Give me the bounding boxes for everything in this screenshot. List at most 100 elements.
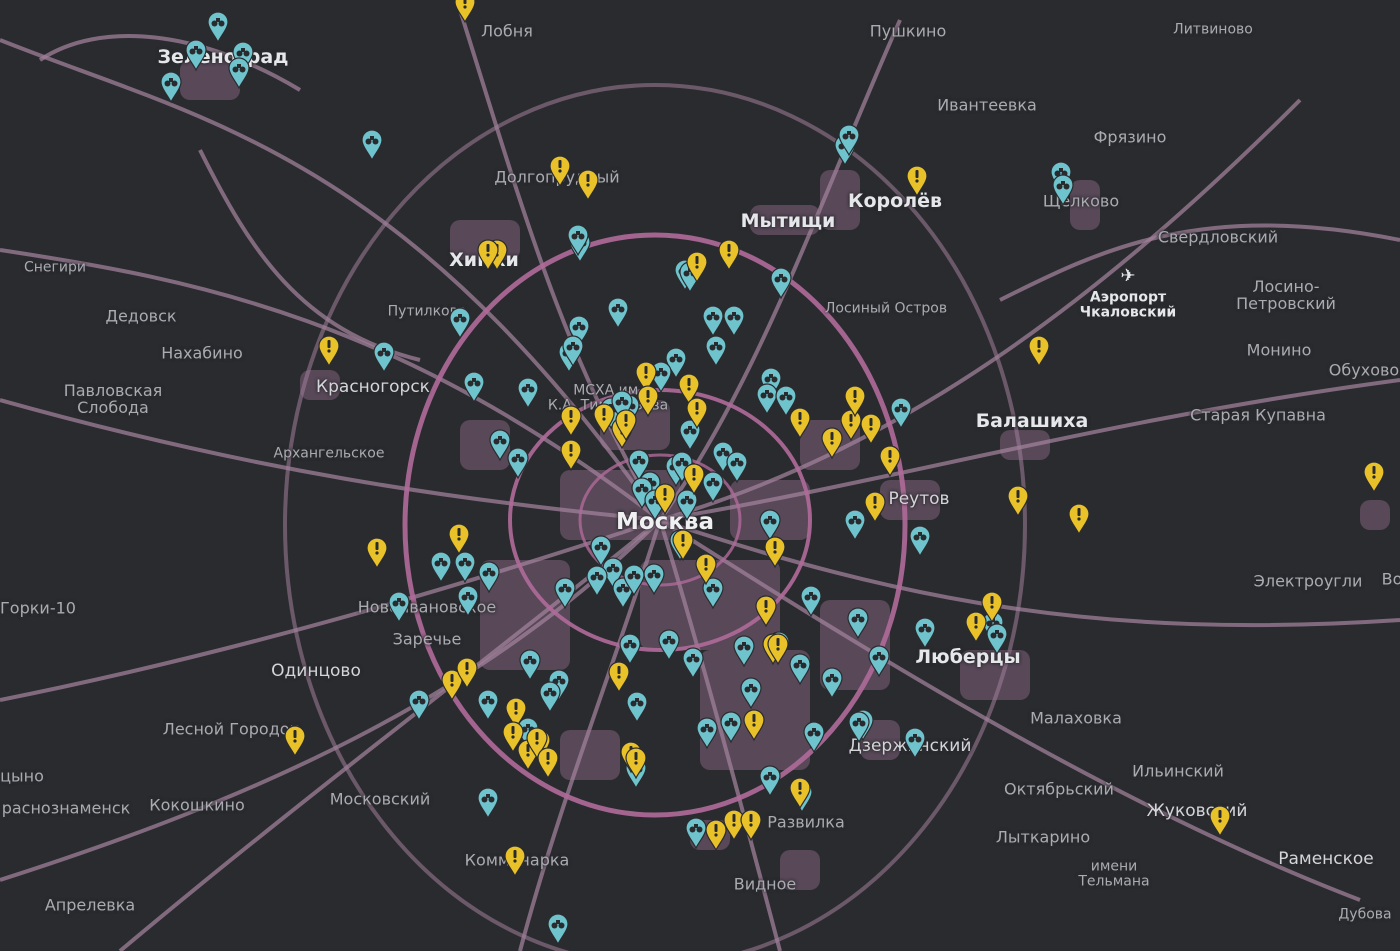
exclamation-icon (663, 488, 667, 501)
teal-marker[interactable] (789, 653, 811, 686)
yellow-marker[interactable] (577, 169, 599, 202)
yellow-marker[interactable] (537, 747, 559, 780)
yellow-marker[interactable] (879, 445, 901, 478)
yellow-marker[interactable] (637, 385, 659, 418)
teal-marker[interactable] (430, 551, 452, 584)
teal-marker[interactable] (848, 711, 870, 744)
teal-marker[interactable] (517, 377, 539, 410)
teal-marker[interactable] (477, 787, 499, 820)
yellow-marker[interactable] (755, 595, 777, 628)
teal-marker[interactable] (726, 451, 748, 484)
yellow-marker[interactable] (1028, 335, 1050, 368)
map-canvas[interactable]: Зеленоград Лобня Пушкино Литвиново Ивантеевк… (0, 0, 1400, 951)
teal-marker[interactable] (507, 447, 529, 480)
teal-marker[interactable] (478, 561, 500, 594)
exclamation-icon (915, 170, 919, 183)
teal-marker[interactable] (160, 71, 182, 104)
teal-marker[interactable] (702, 471, 724, 504)
yellow-marker[interactable] (672, 529, 694, 562)
teal-marker[interactable] (702, 305, 724, 338)
teal-marker[interactable] (682, 647, 704, 680)
yellow-marker[interactable] (284, 725, 306, 758)
yellow-marker[interactable] (560, 405, 582, 438)
teal-marker[interactable] (519, 649, 541, 682)
yellow-marker[interactable] (840, 409, 862, 442)
teal-marker[interactable] (759, 509, 781, 542)
teal-marker[interactable] (207, 11, 229, 44)
teal-marker[interactable] (643, 563, 665, 596)
teal-marker[interactable] (685, 817, 707, 850)
teal-marker[interactable] (723, 305, 745, 338)
yellow-marker[interactable] (1007, 485, 1029, 518)
yellow-marker[interactable] (1209, 805, 1231, 838)
teal-marker[interactable] (457, 585, 479, 618)
teal-marker[interactable] (821, 667, 843, 700)
yellow-marker[interactable] (723, 809, 745, 842)
teal-marker[interactable] (185, 39, 207, 72)
yellow-marker[interactable] (1363, 461, 1385, 494)
teal-marker[interactable] (909, 525, 931, 558)
yellow-marker[interactable] (965, 611, 987, 644)
teal-marker[interactable] (454, 551, 476, 584)
teal-marker[interactable] (463, 371, 485, 404)
teal-marker[interactable] (800, 585, 822, 618)
yellow-marker[interactable] (504, 845, 526, 878)
yellow-marker[interactable] (318, 335, 340, 368)
teal-marker[interactable] (803, 721, 825, 754)
yellow-marker[interactable] (593, 403, 615, 436)
yellow-marker[interactable] (764, 536, 786, 569)
teal-marker[interactable] (373, 341, 395, 374)
exclamation-icon (695, 402, 699, 415)
exclamation-icon (732, 814, 736, 827)
yellow-marker[interactable] (705, 819, 727, 852)
teal-marker[interactable] (449, 307, 471, 340)
teal-marker[interactable] (1052, 174, 1074, 207)
teal-marker[interactable] (626, 691, 648, 724)
teal-marker[interactable] (607, 297, 629, 330)
teal-marker[interactable] (361, 129, 383, 162)
teal-marker[interactable] (740, 677, 762, 710)
teal-marker[interactable] (489, 429, 511, 462)
yellow-marker[interactable] (740, 809, 762, 842)
teal-marker[interactable] (868, 645, 890, 678)
yellow-marker[interactable] (718, 239, 740, 272)
yellow-marker[interactable] (560, 439, 582, 472)
yellow-marker[interactable] (864, 491, 886, 524)
exclamation-icon (752, 714, 756, 727)
teal-marker[interactable] (586, 565, 608, 598)
yellow-marker[interactable] (608, 661, 630, 694)
teal-marker[interactable] (554, 577, 576, 610)
teal-marker[interactable] (705, 335, 727, 368)
teal-marker[interactable] (847, 607, 869, 640)
teal-marker[interactable] (759, 765, 781, 798)
yellow-marker[interactable] (821, 427, 843, 460)
teal-marker[interactable] (890, 397, 912, 430)
teal-marker[interactable] (986, 623, 1008, 656)
yellow-marker[interactable] (906, 165, 928, 198)
teal-marker[interactable] (756, 383, 778, 416)
yellow-marker[interactable] (860, 413, 882, 446)
teal-marker[interactable] (770, 267, 792, 300)
yellow-marker[interactable] (454, 0, 476, 24)
teal-marker[interactable] (733, 635, 755, 668)
yellow-marker[interactable] (789, 407, 811, 440)
teal-marker[interactable] (720, 711, 742, 744)
teal-marker[interactable] (539, 681, 561, 714)
teal-marker[interactable] (228, 57, 250, 90)
teal-marker[interactable] (914, 617, 936, 650)
teal-marker[interactable] (619, 633, 641, 666)
teal-marker[interactable] (696, 717, 718, 750)
yellow-marker[interactable] (366, 537, 388, 570)
yellow-marker[interactable] (448, 523, 470, 556)
teal-marker[interactable] (388, 591, 410, 624)
teal-marker[interactable] (658, 629, 680, 662)
teal-marker[interactable] (408, 689, 430, 722)
teal-marker[interactable] (904, 727, 926, 760)
teal-marker[interactable] (844, 509, 866, 542)
yellow-marker[interactable] (549, 155, 571, 188)
yellow-marker[interactable] (1068, 503, 1090, 536)
teal-marker[interactable] (477, 689, 499, 722)
yellow-marker[interactable] (743, 709, 765, 742)
exclamation-icon (375, 542, 379, 555)
teal-marker[interactable] (547, 913, 569, 946)
